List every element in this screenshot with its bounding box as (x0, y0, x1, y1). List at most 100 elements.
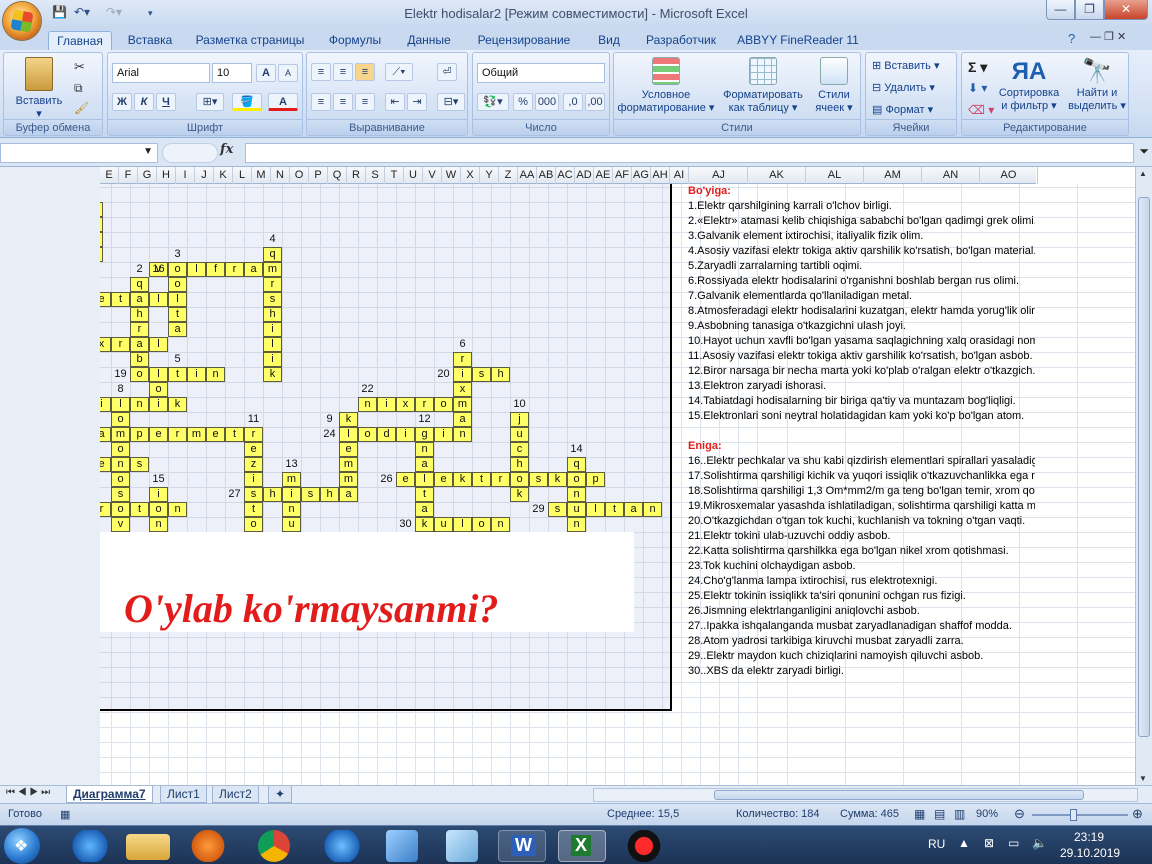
tab-home[interactable]: Главная (48, 31, 112, 50)
column-header[interactable]: W (442, 167, 461, 184)
column-header[interactable]: Q (328, 167, 347, 184)
network-icon[interactable]: ⊠ (984, 836, 994, 850)
minimize-button[interactable]: — (1046, 0, 1075, 20)
sheet-tab-list2[interactable]: Лист2 (212, 786, 259, 803)
word-task-button[interactable]: W (498, 830, 546, 862)
formula-input[interactable] (245, 143, 1134, 163)
column-header[interactable]: AH (651, 167, 670, 184)
new-sheet-icon[interactable]: ✦ (268, 786, 293, 803)
insert-function-button[interactable]: fx (220, 142, 233, 157)
column-header[interactable]: P (309, 167, 328, 184)
tab-view[interactable]: Вид (588, 31, 630, 50)
column-header[interactable]: H (157, 167, 176, 184)
sheet-tab-list1[interactable]: Лист1 (160, 786, 207, 803)
format-as-table-button[interactable]: Форматировать как таблицу ▾ (718, 57, 808, 115)
zoom-slider[interactable] (1032, 814, 1128, 816)
percent-button[interactable]: % (513, 93, 533, 111)
macro-record-icon[interactable]: ▦ (60, 808, 70, 821)
decrease-decimal-button[interactable]: ,00 (585, 93, 605, 111)
help-icon[interactable]: ? (1068, 31, 1075, 46)
conditional-formatting-button[interactable]: Условное форматирование ▾ (616, 57, 716, 115)
tab-formulas[interactable]: Формулы (322, 31, 388, 50)
language-indicator[interactable]: RU (928, 837, 945, 851)
column-header[interactable]: K (214, 167, 233, 184)
excel-task-button[interactable]: X (558, 830, 606, 862)
column-header[interactable]: U (404, 167, 423, 184)
copy-icon[interactable]: ⧉ (74, 81, 83, 96)
column-header[interactable]: AB (537, 167, 556, 184)
column-header[interactable]: AE (594, 167, 613, 184)
scroll-down-icon[interactable]: ▼ (1139, 774, 1147, 783)
column-header[interactable]: AF (613, 167, 632, 184)
cut-icon[interactable]: ✂ (74, 59, 85, 75)
column-header[interactable]: L (233, 167, 252, 184)
column-header[interactable]: AJ (690, 167, 748, 184)
name-box[interactable]: ▼ (0, 143, 158, 163)
thousands-button[interactable]: 000 (535, 93, 559, 111)
formula-bar-handle[interactable] (162, 143, 218, 163)
tab-page-layout[interactable]: Разметка страницы (190, 31, 310, 50)
zoom-slider-thumb[interactable] (1070, 809, 1077, 821)
tab-data[interactable]: Данные (398, 31, 460, 50)
zoom-out-icon[interactable]: ⊖ (1014, 806, 1025, 822)
horizontal-scrollbar[interactable] (593, 788, 1138, 802)
borders-button[interactable]: ⊞▾ (196, 93, 224, 111)
view-normal-icon[interactable]: ▦ (914, 807, 925, 821)
zoom-level[interactable]: 90% (976, 808, 998, 820)
increase-decimal-button[interactable]: ,0 (563, 93, 583, 111)
column-header[interactable]: V (423, 167, 442, 184)
column-header[interactable]: AO (980, 167, 1038, 184)
align-top-button[interactable]: ≡ (311, 63, 331, 81)
column-header[interactable]: I (176, 167, 195, 184)
internet-explorer-icon[interactable] (66, 830, 114, 862)
column-header[interactable]: J (195, 167, 214, 184)
find-select-button[interactable]: 🔭 Найти и выделить ▾ (1066, 57, 1128, 113)
align-center-button[interactable]: ≡ (333, 93, 353, 111)
fill-icon[interactable]: ⬇ ▾ (968, 81, 987, 95)
format-cells-button[interactable]: ▤ Формат ▾ (872, 103, 933, 116)
file-explorer-icon[interactable] (126, 834, 170, 860)
sort-filter-button[interactable]: ЯА Сортировка и фильтр ▾ (996, 57, 1062, 113)
expand-formula-icon[interactable]: ⏷ (1139, 144, 1149, 159)
maximize-button[interactable]: ❐ (1075, 0, 1104, 20)
currency-button[interactable]: 💱▾ (477, 93, 509, 111)
underline-button[interactable]: Ч (156, 93, 176, 111)
column-header[interactable]: AC (556, 167, 575, 184)
align-middle-button[interactable]: ≡ (333, 63, 353, 81)
media-player-icon[interactable] (184, 830, 232, 862)
column-header[interactable]: M (252, 167, 271, 184)
column-header[interactable]: AM (864, 167, 922, 184)
format-painter-icon[interactable]: 🖌 (74, 101, 89, 115)
wrap-text-button[interactable]: ⏎ (437, 63, 457, 81)
column-header[interactable]: X (461, 167, 480, 184)
tab-developer[interactable]: Разработчик (638, 31, 724, 50)
start-button[interactable]: ❖ (4, 828, 40, 864)
grow-font-button[interactable]: A (256, 64, 276, 82)
tab-insert[interactable]: Вставка (120, 31, 180, 50)
vertical-scroll-thumb[interactable] (1138, 197, 1150, 737)
column-header[interactable]: AG (632, 167, 651, 184)
column-header[interactable]: E (100, 167, 119, 184)
column-header[interactable]: AK (748, 167, 806, 184)
column-header[interactable]: Z (499, 167, 518, 184)
column-header[interactable]: Y (480, 167, 499, 184)
align-left-button[interactable]: ≡ (311, 93, 331, 111)
scroll-up-icon[interactable]: ▲ (1139, 169, 1147, 178)
ribbon-minimize-icon[interactable]: — ❐ ✕ (1090, 30, 1126, 43)
decrease-indent-button[interactable]: ⇤ (385, 93, 405, 111)
align-bottom-button[interactable]: ≡ (355, 63, 375, 81)
column-header[interactable]: G (138, 167, 157, 184)
clear-icon[interactable]: ⌫ ▾ (968, 103, 994, 117)
column-header[interactable]: T (385, 167, 404, 184)
column-header[interactable]: R (347, 167, 366, 184)
horizontal-scroll-thumb[interactable] (714, 790, 1084, 800)
font-size-combo[interactable]: 10 (212, 63, 252, 83)
column-header[interactable]: AL (806, 167, 864, 184)
column-header[interactable]: AN (922, 167, 980, 184)
tab-abbyy[interactable]: ABBYY FineReader 11 (736, 31, 860, 50)
column-header[interactable]: AI (670, 167, 689, 184)
view-page-layout-icon[interactable]: ▤ (934, 807, 945, 821)
vertical-scrollbar[interactable]: ▲ ▼ (1135, 167, 1152, 785)
column-header[interactable]: F (119, 167, 138, 184)
column-header[interactable]: N (271, 167, 290, 184)
